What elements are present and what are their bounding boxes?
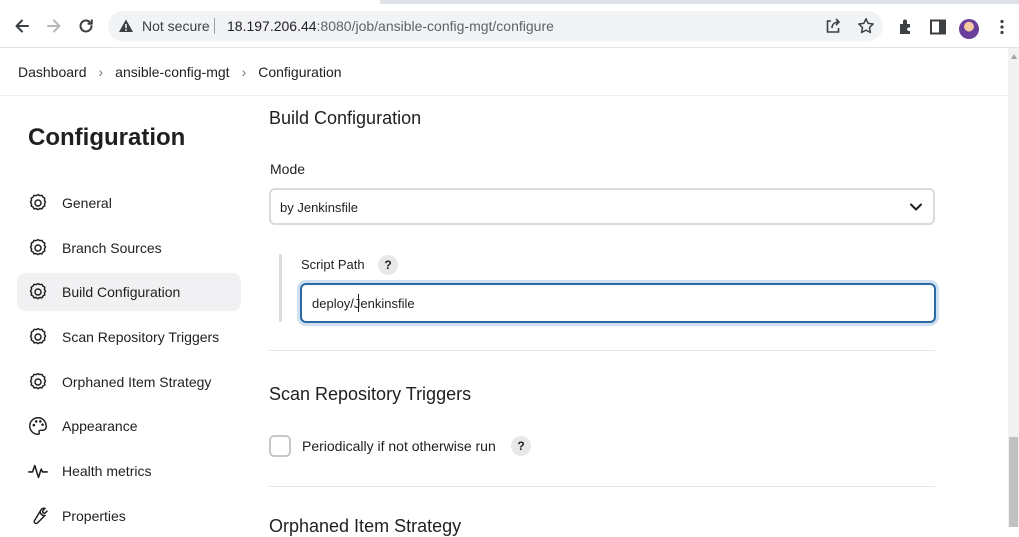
sidebar-item-label: Appearance xyxy=(62,418,138,434)
gear-icon xyxy=(27,371,49,393)
url-host: 18.197.206.44 xyxy=(227,18,317,34)
wrench-icon xyxy=(27,505,49,527)
gear-icon xyxy=(27,237,49,259)
periodic-scan-checkbox[interactable] xyxy=(269,435,291,457)
sidebar-title: Configuration xyxy=(28,124,186,151)
section-divider xyxy=(269,486,935,487)
script-path-value: deploy/Jenkinsfile xyxy=(312,296,415,311)
back-icon[interactable] xyxy=(10,14,34,38)
gear-icon xyxy=(27,192,49,214)
gear-icon xyxy=(27,281,49,303)
forward-icon[interactable] xyxy=(42,14,66,38)
sidebar-item-health-metrics[interactable]: Health metrics xyxy=(17,452,241,490)
url-path: :8080/job/ansible-config-mgt/configure xyxy=(316,18,554,34)
scroll-up-arrow-icon[interactable] xyxy=(1011,54,1017,59)
periodic-scan-help-icon[interactable]: ? xyxy=(511,436,531,456)
pulse-icon xyxy=(27,460,49,482)
menu-icon[interactable] xyxy=(996,18,1008,41)
sidebar-item-branch-sources[interactable]: Branch Sources xyxy=(17,229,241,267)
script-path-label: Script Path xyxy=(301,257,365,272)
star-icon[interactable] xyxy=(857,17,875,40)
scrollbar-thumb[interactable] xyxy=(1009,437,1018,527)
mode-select[interactable]: by Jenkinsfile xyxy=(269,188,935,225)
browser-toolbar: Not secure 18.197.206.44:8080/job/ansibl… xyxy=(0,4,1019,48)
sidebar-item-label: Health metrics xyxy=(62,463,152,479)
sidebar-item-label: Scan Repository Triggers xyxy=(62,329,220,345)
sidebar-item-appearance[interactable]: Appearance xyxy=(17,407,241,445)
breadcrumb-job[interactable]: ansible-config-mgt xyxy=(115,64,229,80)
script-path-help-icon[interactable]: ? xyxy=(378,255,398,275)
share-icon[interactable] xyxy=(824,17,842,40)
periodic-scan-label[interactable]: Periodically if not otherwise run xyxy=(302,438,496,454)
sidebar-item-label: Branch Sources xyxy=(62,240,162,256)
sidebar-item-label: Build Configuration xyxy=(62,284,181,300)
mode-select-value: by Jenkinsfile xyxy=(280,200,359,215)
chevron-down-icon xyxy=(909,200,923,219)
sidebar-item-label: Orphaned Item Strategy xyxy=(62,374,212,390)
chevron-right-icon: › xyxy=(98,63,104,80)
sidebar-item-label: Properties xyxy=(62,508,126,524)
sidebar-item-orphaned-item-strategy[interactable]: Orphaned Item Strategy xyxy=(17,363,241,401)
side-panel-icon[interactable] xyxy=(929,18,947,41)
mode-label: Mode xyxy=(270,161,306,177)
script-path-input[interactable]: deploy/Jenkinsfile xyxy=(300,283,936,323)
text-cursor xyxy=(358,294,359,312)
profile-avatar[interactable] xyxy=(959,19,979,39)
palette-icon xyxy=(27,415,49,437)
warning-icon[interactable] xyxy=(118,18,134,39)
sidebar-item-label: General xyxy=(62,195,112,211)
build-configuration-heading: Build Configuration xyxy=(269,108,422,128)
address-divider xyxy=(214,18,215,34)
scan-repository-triggers-heading: Scan Repository Triggers xyxy=(269,384,472,404)
url-text[interactable]: 18.197.206.44:8080/job/ansible-config-mg… xyxy=(227,18,554,34)
sidebar-item-general[interactable]: General xyxy=(17,184,241,222)
sidebar-item-properties[interactable]: Properties xyxy=(17,497,241,535)
reload-icon[interactable] xyxy=(74,14,98,38)
section-divider xyxy=(269,350,935,351)
breadcrumb-dashboard[interactable]: Dashboard xyxy=(18,64,87,80)
breadcrumb: Dashboard › ansible-config-mgt › Configu… xyxy=(0,48,1008,96)
address-bar[interactable]: Not secure 18.197.206.44:8080/job/ansibl… xyxy=(108,11,883,41)
sidebar-item-build-configuration[interactable]: Build Configuration xyxy=(17,273,241,311)
security-label[interactable]: Not secure xyxy=(142,18,210,34)
extensions-icon[interactable] xyxy=(897,18,915,41)
chevron-right-icon: › xyxy=(241,63,247,80)
sidebar-item-scan-repository-triggers[interactable]: Scan Repository Triggers xyxy=(17,318,241,356)
nested-section-bar xyxy=(279,254,282,322)
gear-icon xyxy=(27,326,49,348)
breadcrumb-configuration[interactable]: Configuration xyxy=(258,64,341,80)
